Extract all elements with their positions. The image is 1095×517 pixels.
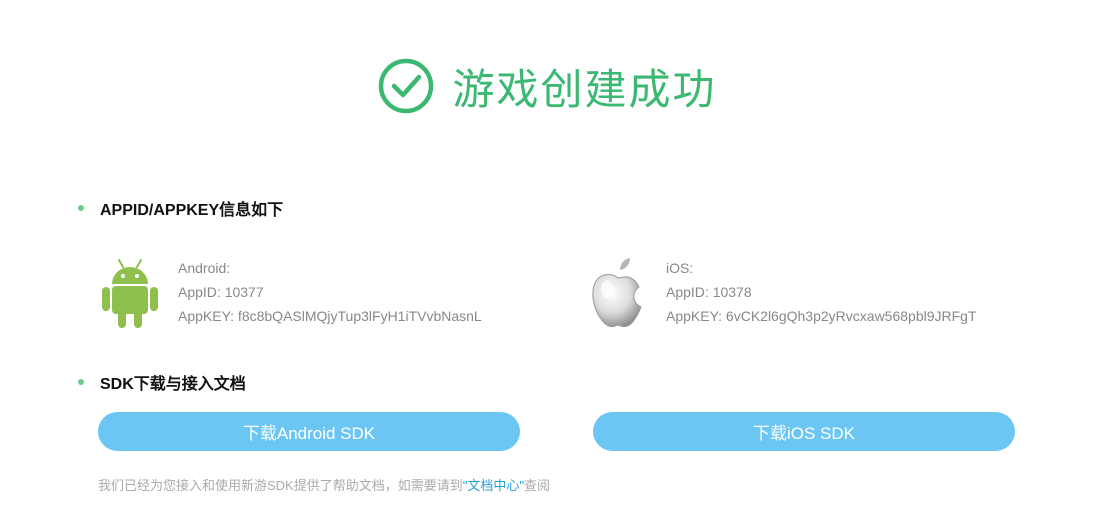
bullet-dot bbox=[78, 205, 84, 211]
sdk-section-heading: SDK下载与接入文档 bbox=[78, 370, 246, 394]
success-header: 游戏创建成功 bbox=[0, 56, 1095, 116]
help-note-suffix: 查阅 bbox=[523, 478, 550, 493]
appinfo-section-heading: APPID/APPKEY信息如下 bbox=[78, 196, 283, 220]
android-app-info: Android: AppID: 10377 AppKEY: f8c8bQASlM… bbox=[98, 256, 482, 332]
ios-appid: AppID: 10378 bbox=[666, 284, 752, 300]
ios-info-text: iOS: AppID: 10378 AppKEY: 6vCK2l6gQh3p2y… bbox=[666, 256, 977, 328]
help-note: 我们已经为您接入和使用新游SDK提供了帮助文档，如需要请到"文档中心"查阅 bbox=[98, 475, 550, 494]
sdk-heading-text: SDK下载与接入文档 bbox=[100, 376, 246, 393]
android-platform-label: Android: bbox=[178, 260, 231, 276]
android-appkey: AppKEY: f8c8bQASlMQjyTup3lFyH1iTVvbNasnL bbox=[178, 308, 482, 324]
android-icon bbox=[98, 256, 162, 332]
doc-center-link[interactable]: "文档中心" bbox=[463, 478, 524, 493]
ios-appkey: AppKEY: 6vCK2l6gQh3p2yRvcxaw568pbl9JRFgT bbox=[666, 308, 977, 324]
ios-platform-label: iOS: bbox=[666, 260, 694, 276]
bullet-dot bbox=[78, 379, 84, 385]
download-ios-sdk-button[interactable]: 下载iOS SDK bbox=[593, 412, 1015, 451]
android-appid: AppID: 10377 bbox=[178, 284, 264, 300]
android-info-text: Android: AppID: 10377 AppKEY: f8c8bQASlM… bbox=[178, 256, 482, 328]
help-note-prefix: 我们已经为您接入和使用新游SDK提供了帮助文档，如需要请到 bbox=[98, 478, 463, 493]
check-circle-icon bbox=[379, 58, 434, 114]
page-title: 游戏创建成功 bbox=[452, 64, 717, 114]
download-android-sdk-button[interactable]: 下载Android SDK bbox=[98, 412, 520, 451]
apple-icon bbox=[586, 256, 650, 332]
appinfo-heading-text: APPID/APPKEY信息如下 bbox=[100, 202, 284, 219]
ios-app-info: iOS: AppID: 10378 AppKEY: 6vCK2l6gQh3p2y… bbox=[586, 256, 977, 332]
